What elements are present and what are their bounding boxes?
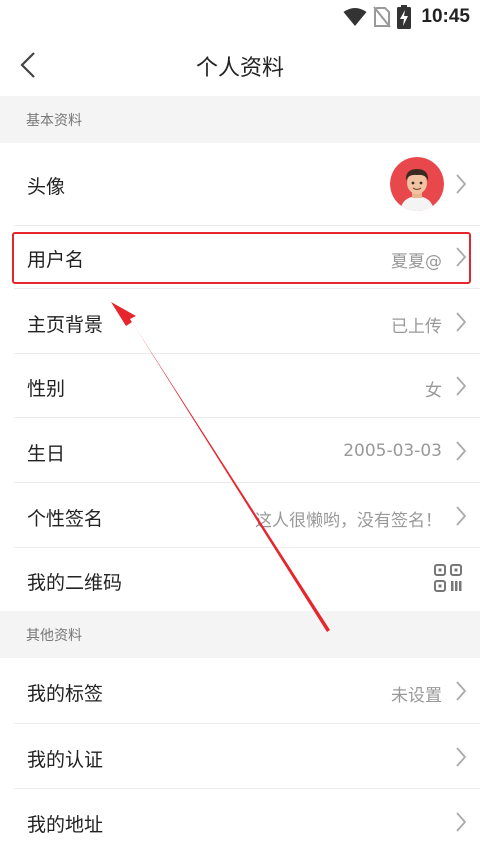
chevron-right-icon <box>456 174 467 194</box>
chevron-right-icon <box>456 681 467 701</box>
row-birthday-value: 2005-03-03 <box>343 441 442 461</box>
row-avatar-label: 头像 <box>27 176 66 198</box>
row-qrcode-label: 我的二维码 <box>27 572 123 594</box>
row-username[interactable]: 用户名 夏夏@ <box>0 226 480 288</box>
battery-charging-icon <box>397 5 412 29</box>
row-background-value: 已上传 <box>391 317 442 337</box>
chevron-right-icon <box>456 747 467 767</box>
page-title: 个人资料 <box>195 56 284 81</box>
row-tags-value: 未设置 <box>391 686 442 706</box>
chevron-right-icon <box>456 312 467 332</box>
row-birthday[interactable]: 生日 2005-03-03 <box>0 418 480 482</box>
section-header-basic: 基本资料 <box>0 96 480 143</box>
row-signature-label: 个性签名 <box>27 508 104 530</box>
row-qrcode[interactable]: 我的二维码 <box>0 548 480 611</box>
row-username-label: 用户名 <box>27 249 85 271</box>
row-tags-label: 我的标签 <box>27 683 104 705</box>
row-gender-label: 性别 <box>27 378 66 400</box>
section-title-other: 其他资料 <box>26 628 82 644</box>
section-title-basic: 基本资料 <box>26 113 82 129</box>
row-signature-value: 这人很懒哟，没有签名！ <box>255 511 442 531</box>
chevron-right-icon <box>456 376 467 396</box>
row-address[interactable]: 我的地址 <box>0 789 480 853</box>
row-birthday-label: 生日 <box>27 443 66 465</box>
avatar <box>390 157 444 211</box>
row-verification-label: 我的认证 <box>27 749 104 771</box>
row-username-value: 夏夏@ <box>391 252 442 272</box>
section-header-other: 其他资料 <box>0 611 480 658</box>
row-address-label: 我的地址 <box>27 814 104 836</box>
status-time: 10:45 <box>421 6 470 27</box>
status-icons: 10:45 <box>343 4 470 30</box>
row-tags[interactable]: 我的标签 未设置 <box>0 658 480 723</box>
row-signature[interactable]: 个性签名 这人很懒哟，没有签名！ <box>0 483 480 547</box>
status-bar: 10:45 <box>0 0 480 34</box>
row-avatar[interactable]: 头像 <box>0 143 480 225</box>
qr-code-icon <box>434 564 462 592</box>
chevron-right-icon <box>456 506 467 526</box>
row-gender[interactable]: 性别 女 <box>0 354 480 417</box>
wifi-icon <box>343 8 367 26</box>
chevron-right-icon <box>456 812 467 832</box>
row-background-label: 主页背景 <box>27 314 104 336</box>
chevron-right-icon <box>456 247 467 267</box>
row-gender-value: 女 <box>425 381 442 401</box>
no-sim-icon <box>373 6 392 28</box>
row-verification[interactable]: 我的认证 <box>0 724 480 788</box>
nav-bar: 个人资料 <box>0 34 480 96</box>
row-background[interactable]: 主页背景 已上传 <box>0 289 480 353</box>
chevron-right-icon <box>456 441 467 461</box>
